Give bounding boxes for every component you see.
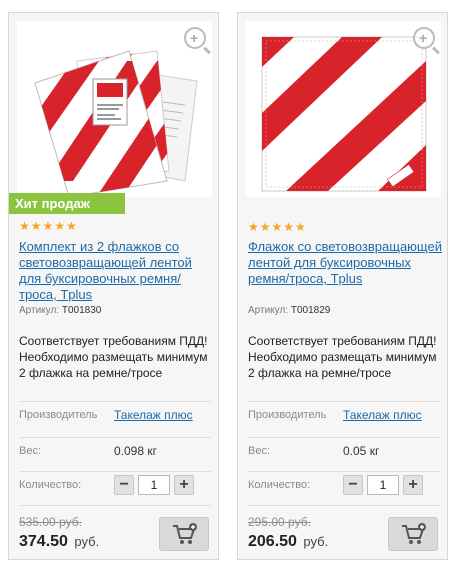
weight-row: Вес: 0.098 кг [19, 437, 211, 463]
add-to-cart-button[interactable] [388, 517, 438, 551]
minus-icon[interactable]: − [114, 474, 134, 495]
divider [19, 505, 211, 506]
product-description: Соответствует требованиям ПДД! Необходим… [248, 334, 437, 380]
sku: Артикул: T001830 [19, 305, 101, 316]
flag-image [261, 36, 427, 192]
product-title-link[interactable]: Комплект из 2 флажков со световозвращающ… [19, 239, 215, 303]
plus-icon[interactable]: + [403, 474, 423, 495]
manufacturer-link[interactable]: Такелаж плюс [343, 408, 422, 422]
price-currency: руб. [303, 534, 329, 549]
product-image[interactable]: + [17, 21, 212, 197]
quantity-input[interactable]: 1 [367, 474, 399, 495]
product-image[interactable]: + [246, 21, 441, 197]
manufacturer-label: Производитель [19, 408, 98, 421]
weight-row: Вес: 0.05 кг [248, 437, 440, 463]
weight-label: Вес: [248, 444, 271, 457]
rating-stars: ★★★★★ [248, 220, 307, 234]
add-to-cart-button[interactable] [159, 517, 209, 551]
product-card: + Хит продаж ★★★★★ Комплект из 2 флажков… [8, 12, 219, 560]
manufacturer-row: Производитель Такелаж плюс [19, 401, 211, 427]
rating-stars: ★★★★★ [19, 219, 78, 233]
weight-value: 0.098 кг [114, 443, 157, 458]
add-to-cart-icon [402, 523, 426, 544]
current-price: 374.50 руб. [19, 533, 99, 551]
product-title-link[interactable]: Флажок со световозвращающей лентой для б… [248, 239, 444, 287]
product-description: Соответствует требованиям ПДД! Необходим… [19, 334, 208, 380]
weight-value: 0.05 кг [343, 443, 380, 458]
bestseller-badge: Хит продаж [9, 193, 125, 214]
price-value: 206.50 [248, 533, 297, 550]
product-card: + ★★★★★ Флажок со световозвращающей лент… [237, 12, 448, 560]
add-to-cart-icon [173, 523, 197, 544]
quantity-stepper: − 1 + [343, 474, 423, 495]
zoom-icon[interactable]: + [413, 27, 435, 49]
sku-value: T001830 [61, 305, 102, 316]
divider [248, 505, 440, 506]
quantity-row: Количество: − 1 + [19, 471, 211, 497]
quantity-label: Количество: [248, 478, 311, 491]
minus-icon[interactable]: − [343, 474, 363, 495]
quantity-row: Количество: − 1 + [248, 471, 440, 497]
manufacturer-row: Производитель Такелаж плюс [248, 401, 440, 427]
price-currency: руб. [74, 534, 100, 549]
sku-label: Артикул: [248, 305, 289, 316]
old-price: 295.00 руб. [248, 515, 311, 529]
current-price: 206.50 руб. [248, 533, 328, 551]
sku-label: Артикул: [19, 305, 60, 316]
quantity-label: Количество: [19, 478, 82, 491]
manufacturer-link[interactable]: Такелаж плюс [114, 408, 193, 422]
quantity-input[interactable]: 1 [138, 474, 170, 495]
old-price: 535.00 руб. [19, 515, 82, 529]
sku: Артикул: T001829 [248, 305, 330, 316]
flag-set-image [34, 50, 198, 197]
manufacturer-label: Производитель [248, 408, 327, 421]
quantity-stepper: − 1 + [114, 474, 194, 495]
sku-value: T001829 [290, 305, 331, 316]
weight-label: Вес: [19, 444, 42, 457]
product-grid: + Хит продаж ★★★★★ Комплект из 2 флажков… [8, 12, 448, 560]
zoom-icon[interactable]: + [184, 27, 206, 49]
price-value: 374.50 [19, 533, 68, 550]
plus-icon[interactable]: + [174, 474, 194, 495]
